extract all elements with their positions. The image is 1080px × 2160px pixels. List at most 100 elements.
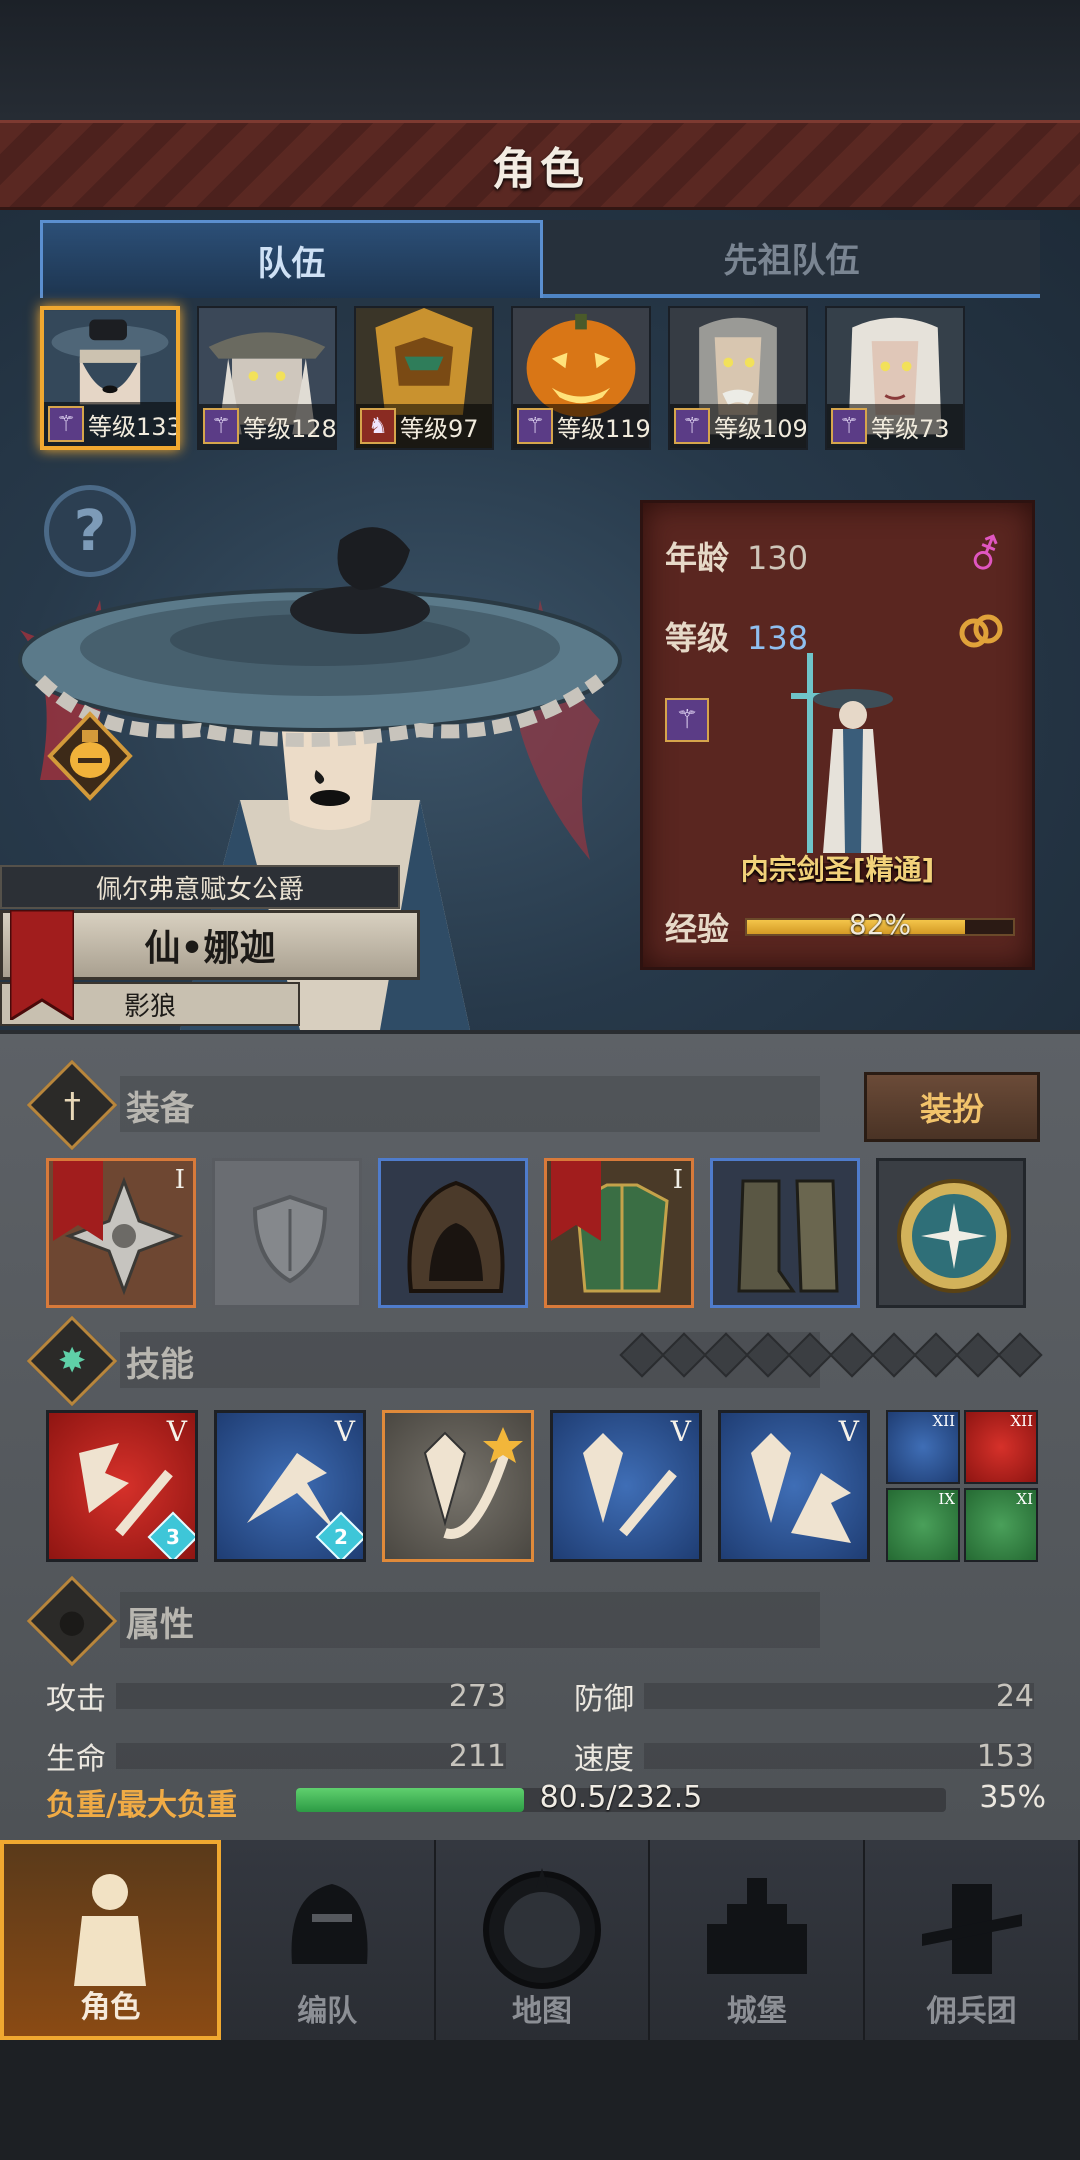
bottom-navigation: 角色 编队 地图 城堡 佣兵团 (0, 1840, 1080, 2040)
compass-icon (482, 1868, 601, 1989)
star-icon: ✸ (26, 1315, 118, 1407)
staff-icon: ⚚ (203, 408, 239, 444)
skill-point-dot (913, 1332, 959, 1378)
skill-slot[interactable]: V (718, 1410, 870, 1562)
crystal-blade-icon (423, 1427, 523, 1539)
stat-bar (116, 1683, 506, 1709)
hero-level: ⚚ 等级128 (199, 404, 335, 448)
staff-icon: ⚚ (665, 698, 709, 742)
tier-label: V (838, 1415, 859, 1448)
beast-icon: ♞ (360, 408, 396, 444)
skill-slot[interactable] (382, 1410, 534, 1562)
load-label: 负重/最大负重 (46, 1788, 237, 1823)
load-percent: 35% (979, 1780, 1046, 1815)
skill-points (619, 1332, 1043, 1378)
tier-label: I (672, 1165, 683, 1195)
nav-formation[interactable]: 编队 (220, 1840, 436, 2040)
nav-character[interactable]: 角色 (0, 1840, 221, 2040)
page-title: 角色 (492, 144, 588, 195)
skill-point-dot (787, 1332, 833, 1378)
equipment-slot-boots[interactable] (710, 1158, 860, 1308)
hero-card[interactable]: ⚚ 等级133 (40, 306, 180, 450)
stat-bar (116, 1743, 506, 1769)
equipment-slot-weapon[interactable]: I (46, 1158, 196, 1308)
team-area: 队伍 先祖队伍 ⚚ 等级133 ⚚ 等级128 ♞ 等级97 ⚚ 等级119 ⚚… (0, 210, 1080, 1030)
hero-level: ⚚ 等级133 (44, 402, 176, 446)
hero-card[interactable]: ⚚ 等级109 (668, 306, 808, 450)
age-row: 年龄 130 (665, 533, 808, 579)
nav-mercenaries[interactable]: 佣兵团 (865, 1840, 1080, 2040)
dress-up-button[interactable]: 装扮 (864, 1072, 1040, 1142)
skill-point-dot (661, 1332, 707, 1378)
stat-bar (644, 1683, 1034, 1709)
potion-icon[interactable] (44, 710, 136, 802)
load-row: 负重/最大负重 80.5/232.5 35% (46, 1776, 1046, 1826)
sword-icon: † (26, 1059, 118, 1151)
load-bar: 80.5/232.5 (296, 1780, 946, 1815)
shield-icon (252, 1194, 328, 1284)
equipment-slot-head[interactable] (378, 1158, 528, 1308)
hood-icon (407, 1180, 505, 1293)
character-info-panel: 年龄 130 ⚦ 等级 138 ⚚ 内宗剑圣[精通] 经验 82% (640, 500, 1035, 970)
passive-skill[interactable]: XII (964, 1410, 1038, 1484)
skill-slot[interactable]: V 2 (214, 1410, 366, 1562)
hero-level: ⚚ 等级119 (513, 404, 649, 448)
hero-card[interactable]: ⚚ 等级119 (511, 306, 651, 450)
defense-stat: 防御 24 (574, 1678, 1034, 1717)
skill-point-dot (997, 1332, 1043, 1378)
mercenary-icon (921, 1884, 1022, 1974)
stat-bar (644, 1743, 1034, 1769)
helmet-icon (291, 1884, 368, 1964)
hp-stat: 生命 211 (46, 1738, 506, 1777)
ring-icon[interactable] (956, 611, 1006, 651)
skill-point-dot (871, 1332, 917, 1378)
staff-icon: ⚚ (674, 408, 710, 444)
age-value: 130 (747, 539, 809, 577)
skill-slot[interactable]: V 3 (46, 1410, 198, 1562)
exp-percent: 82% (848, 908, 912, 941)
hero-card[interactable]: ⚚ 等级128 (197, 306, 337, 450)
equipment-slot-armor[interactable]: I (544, 1158, 694, 1308)
staff-icon: ⚚ (48, 406, 84, 442)
hero-card[interactable]: ♞ 等级97 (354, 306, 494, 450)
skill-slot[interactable]: V (550, 1410, 702, 1562)
knight-icon (74, 1874, 147, 1986)
tier-label: V (166, 1415, 187, 1448)
level-value: 138 (747, 619, 809, 657)
exp-bar: 82% (745, 908, 1015, 941)
medallion-icon (897, 1179, 1011, 1293)
nav-castle[interactable]: 城堡 (650, 1840, 866, 2040)
details-panel: † 装备 装扮 I I ✸ 技能 V 3 V 2 V V XII XII IX … (0, 1030, 1080, 1840)
hero-level: ♞ 等级97 (356, 404, 492, 448)
passive-skill[interactable]: IX (886, 1488, 960, 1562)
attributes-header: ● 属性 (26, 1575, 1040, 1667)
passive-skill[interactable]: XI (964, 1488, 1038, 1562)
load-value: 80.5/232.5 (539, 1780, 703, 1815)
hero-card[interactable]: ⚚ 等级73 (825, 306, 965, 450)
character-title: 佩尔弗意赋女公爵 (0, 865, 400, 909)
equipment-label: 装备 (126, 1088, 194, 1129)
staff-icon: ⚚ (831, 408, 867, 444)
equipment-slot-shield[interactable] (212, 1158, 362, 1308)
speed-stat: 速度 153 (574, 1738, 1034, 1777)
skill-point-dot (703, 1332, 749, 1378)
equipment-slots: I I (46, 1158, 1042, 1314)
skill-point-dot (955, 1332, 1001, 1378)
tab-team[interactable]: 队伍 (40, 220, 543, 298)
exp-label: 经验 (665, 910, 730, 948)
tier-label: I (174, 1165, 185, 1195)
staff-icon: ⚚ (517, 408, 553, 444)
class-name: 内宗剑圣[精通] (740, 853, 935, 886)
flag-icon (10, 910, 74, 1020)
tier-label: V (334, 1415, 355, 1448)
passive-skill[interactable]: XII (886, 1410, 960, 1484)
skill-slots: V 3 V 2 V V XII XII IX XI (46, 1410, 1046, 1566)
hero-level: ⚚ 等级109 (670, 404, 806, 448)
banner-icon (53, 1161, 103, 1241)
skill-point-dot (619, 1332, 665, 1378)
tab-ancestor-team[interactable]: 先祖队伍 (543, 220, 1040, 298)
hero-roster: ⚚ 等级133 ⚚ 等级128 ♞ 等级97 ⚚ 等级119 ⚚ 等级109 ⚚… (40, 306, 1040, 456)
nav-map[interactable]: 地图 (435, 1840, 651, 2040)
equipment-slot-accessory[interactable] (876, 1158, 1026, 1308)
hero-level: ⚚ 等级73 (827, 404, 963, 448)
